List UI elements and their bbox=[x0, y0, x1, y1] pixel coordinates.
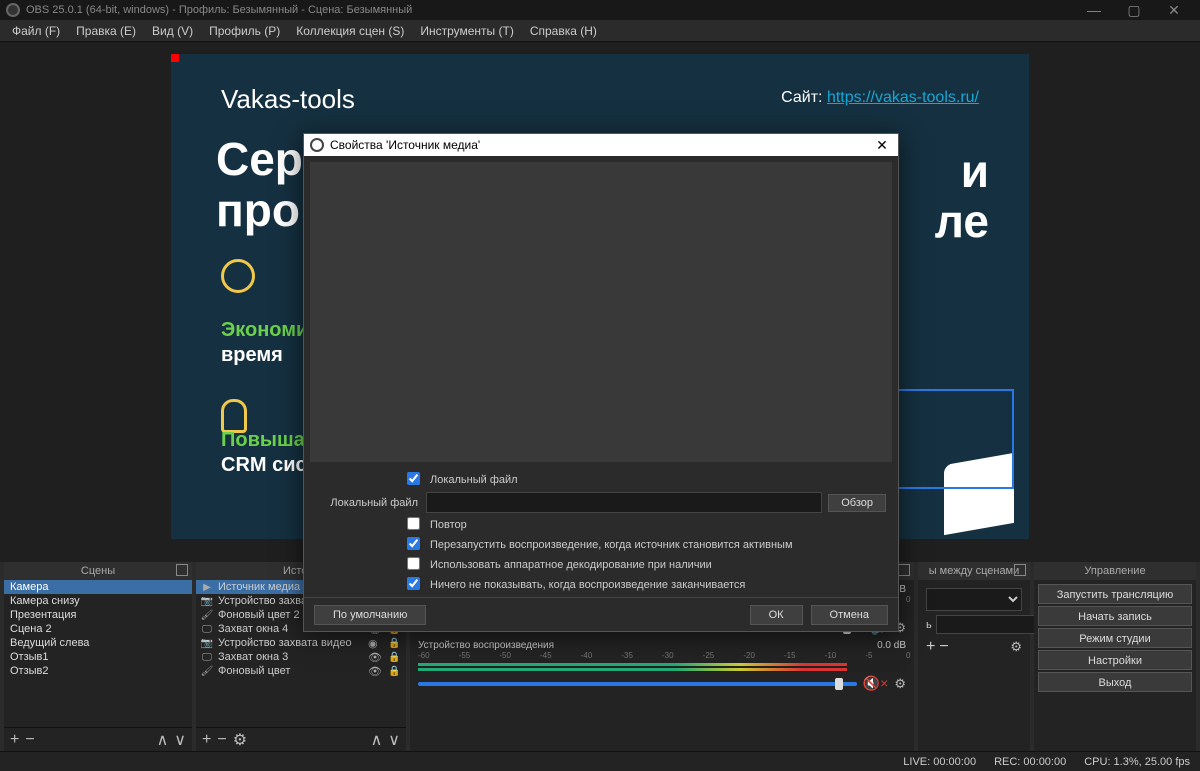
source-remove-button[interactable]: − bbox=[217, 731, 226, 749]
window-titlebar: OBS 25.0.1 (64-bit, windows) - Профиль: … bbox=[0, 0, 1200, 20]
clock-icon bbox=[221, 259, 255, 293]
scenes-list[interactable]: КамераКамера снизуПрезентацияСцена 2Веду… bbox=[4, 580, 192, 727]
control-button[interactable]: Запустить трансляцию bbox=[1038, 584, 1192, 604]
source-settings-icon[interactable]: ⚙ bbox=[233, 730, 247, 750]
dialog-titlebar[interactable]: Свойства 'Источник медиа' ✕ bbox=[304, 134, 898, 156]
scene-add-button[interactable]: + bbox=[10, 731, 19, 749]
browse-button[interactable]: Обзор bbox=[828, 494, 886, 512]
panel-popout-icon[interactable] bbox=[1014, 564, 1026, 576]
mixer-channel: Устройство воспроизведения0.0 dB-60-55-5… bbox=[418, 640, 906, 692]
visibility-icon[interactable]: 👁 bbox=[368, 665, 384, 678]
channel-settings-icon[interactable]: ⚙ bbox=[894, 676, 906, 692]
scenes-header: Сцены bbox=[81, 565, 115, 577]
panel-popout-icon[interactable] bbox=[176, 564, 188, 576]
panel-popout-icon[interactable] bbox=[898, 564, 910, 576]
obs-icon bbox=[6, 3, 20, 17]
source-down-button[interactable]: ∨ bbox=[388, 730, 400, 750]
scenes-panel: Сцены КамераКамера снизуПрезентацияСцена… bbox=[4, 562, 192, 751]
dialog-title: Свойства 'Источник медиа' bbox=[330, 138, 480, 152]
repeat-checkbox[interactable] bbox=[407, 517, 420, 530]
scene-remove-button[interactable]: − bbox=[25, 731, 34, 749]
scene-item[interactable]: Ведущий слева bbox=[4, 636, 192, 650]
visibility-icon[interactable]: ◉ bbox=[368, 637, 384, 650]
scene-item[interactable]: Камера bbox=[4, 580, 192, 594]
menu-profile[interactable]: Профиль (P) bbox=[201, 21, 288, 41]
selection-handle[interactable] bbox=[171, 54, 179, 62]
source-up-button[interactable]: ∧ bbox=[371, 730, 383, 750]
menu-file[interactable]: Файл (F) bbox=[4, 21, 68, 41]
preview-site: Сайт: https://vakas-tools.ru/ bbox=[781, 89, 979, 107]
menu-tools[interactable]: Инструменты (T) bbox=[412, 21, 521, 41]
menu-edit[interactable]: Правка (E) bbox=[68, 21, 144, 41]
preview-headline: Серпро bbox=[216, 134, 303, 235]
preview-brand: Vakas-tools bbox=[221, 84, 355, 115]
scene-item[interactable]: Сцена 2 bbox=[4, 622, 192, 636]
local-file-input[interactable] bbox=[426, 492, 822, 513]
lock-icon[interactable]: 🔒 bbox=[388, 666, 402, 677]
transitions-header: ы между сценами bbox=[929, 565, 1020, 577]
menu-scene-collection[interactable]: Коллекция сцен (S) bbox=[288, 21, 412, 41]
status-cpu: CPU: 1.3%, 25.00 fps bbox=[1084, 756, 1190, 768]
transition-remove-button[interactable]: − bbox=[939, 638, 948, 656]
audio-meter bbox=[418, 661, 906, 673]
volume-slider[interactable] bbox=[418, 682, 857, 686]
source-type-icon: 📷 bbox=[200, 596, 214, 607]
dialog-form: Локальный файл Локальный файлОбзор Повто… bbox=[304, 468, 898, 597]
control-button[interactable]: Начать запись bbox=[1038, 606, 1192, 626]
scene-item[interactable]: Камера снизу bbox=[4, 594, 192, 608]
source-item[interactable]: 📷Устройство захвата видео◉🔒 bbox=[196, 636, 406, 650]
window-title: OBS 25.0.1 (64-bit, windows) - Профиль: … bbox=[26, 4, 412, 16]
hide-end-checkbox[interactable] bbox=[407, 577, 420, 590]
menu-help[interactable]: Справка (H) bbox=[522, 21, 605, 41]
source-add-button[interactable]: + bbox=[202, 731, 211, 749]
lock-icon[interactable]: 🔒 bbox=[388, 638, 402, 649]
status-rec: REC: 00:00:00 bbox=[994, 756, 1066, 768]
source-item[interactable]: 🖵Захват окна 3👁🔒 bbox=[196, 650, 406, 664]
dialog-close-button[interactable]: ✕ bbox=[872, 137, 892, 154]
defaults-button[interactable]: По умолчанию bbox=[314, 605, 426, 625]
transition-add-button[interactable]: + bbox=[926, 638, 935, 656]
controls-header: Управление bbox=[1084, 565, 1145, 577]
control-button[interactable]: Настройки bbox=[1038, 650, 1192, 670]
restart-checkbox[interactable] bbox=[407, 537, 420, 550]
source-type-icon: 🖵 bbox=[200, 624, 214, 635]
cancel-button[interactable]: Отмена bbox=[811, 605, 888, 625]
mute-icon[interactable]: 🔇× bbox=[863, 675, 889, 692]
scene-item[interactable]: Презентация bbox=[4, 608, 192, 622]
obs-icon bbox=[310, 138, 324, 152]
ok-button[interactable]: ОК bbox=[750, 605, 803, 625]
control-button[interactable]: Выход bbox=[1038, 672, 1192, 692]
scene-up-button[interactable]: ∧ bbox=[157, 730, 169, 750]
scene-down-button[interactable]: ∨ bbox=[174, 730, 186, 750]
local-file-checkbox[interactable] bbox=[407, 472, 420, 485]
transitions-panel: ы между сценами ь +−⚙ bbox=[918, 562, 1030, 751]
close-button[interactable]: ✕ bbox=[1154, 2, 1194, 19]
source-type-icon: 📷 bbox=[200, 638, 214, 649]
transition-settings-icon[interactable]: ⚙ bbox=[1010, 639, 1022, 655]
dialog-preview bbox=[310, 162, 892, 462]
menu-view[interactable]: Вид (V) bbox=[144, 21, 201, 41]
menu-bar: Файл (F) Правка (E) Вид (V) Профиль (P) … bbox=[0, 20, 1200, 42]
properties-dialog: Свойства 'Источник медиа' ✕ Локальный фа… bbox=[303, 133, 899, 632]
scene-item[interactable]: Отзыв1 bbox=[4, 650, 192, 664]
source-type-icon: ▶ bbox=[200, 582, 214, 593]
maximize-button[interactable]: ▢ bbox=[1114, 2, 1154, 19]
source-type-icon: 🖌 bbox=[200, 610, 214, 621]
source-item[interactable]: 🖌Фоновый цвет👁🔒 bbox=[196, 664, 406, 678]
lock-icon[interactable]: 🔒 bbox=[388, 652, 402, 663]
visibility-icon[interactable]: 👁 bbox=[368, 651, 384, 664]
status-bar: LIVE: 00:00:00 REC: 00:00:00 CPU: 1.3%, … bbox=[0, 751, 1200, 771]
controls-panel: Управление Запустить трансляциюНачать за… bbox=[1034, 562, 1196, 751]
control-button[interactable]: Режим студии bbox=[1038, 628, 1192, 648]
transition-select[interactable] bbox=[926, 588, 1022, 611]
source-type-icon: 🖵 bbox=[200, 652, 214, 663]
hw-decode-checkbox[interactable] bbox=[407, 557, 420, 570]
minimize-button[interactable]: — bbox=[1074, 2, 1114, 18]
bulb-icon bbox=[221, 399, 247, 433]
status-live: LIVE: 00:00:00 bbox=[903, 756, 976, 768]
source-type-icon: 🖌 bbox=[200, 666, 214, 677]
scene-item[interactable]: Отзыв2 bbox=[4, 664, 192, 678]
